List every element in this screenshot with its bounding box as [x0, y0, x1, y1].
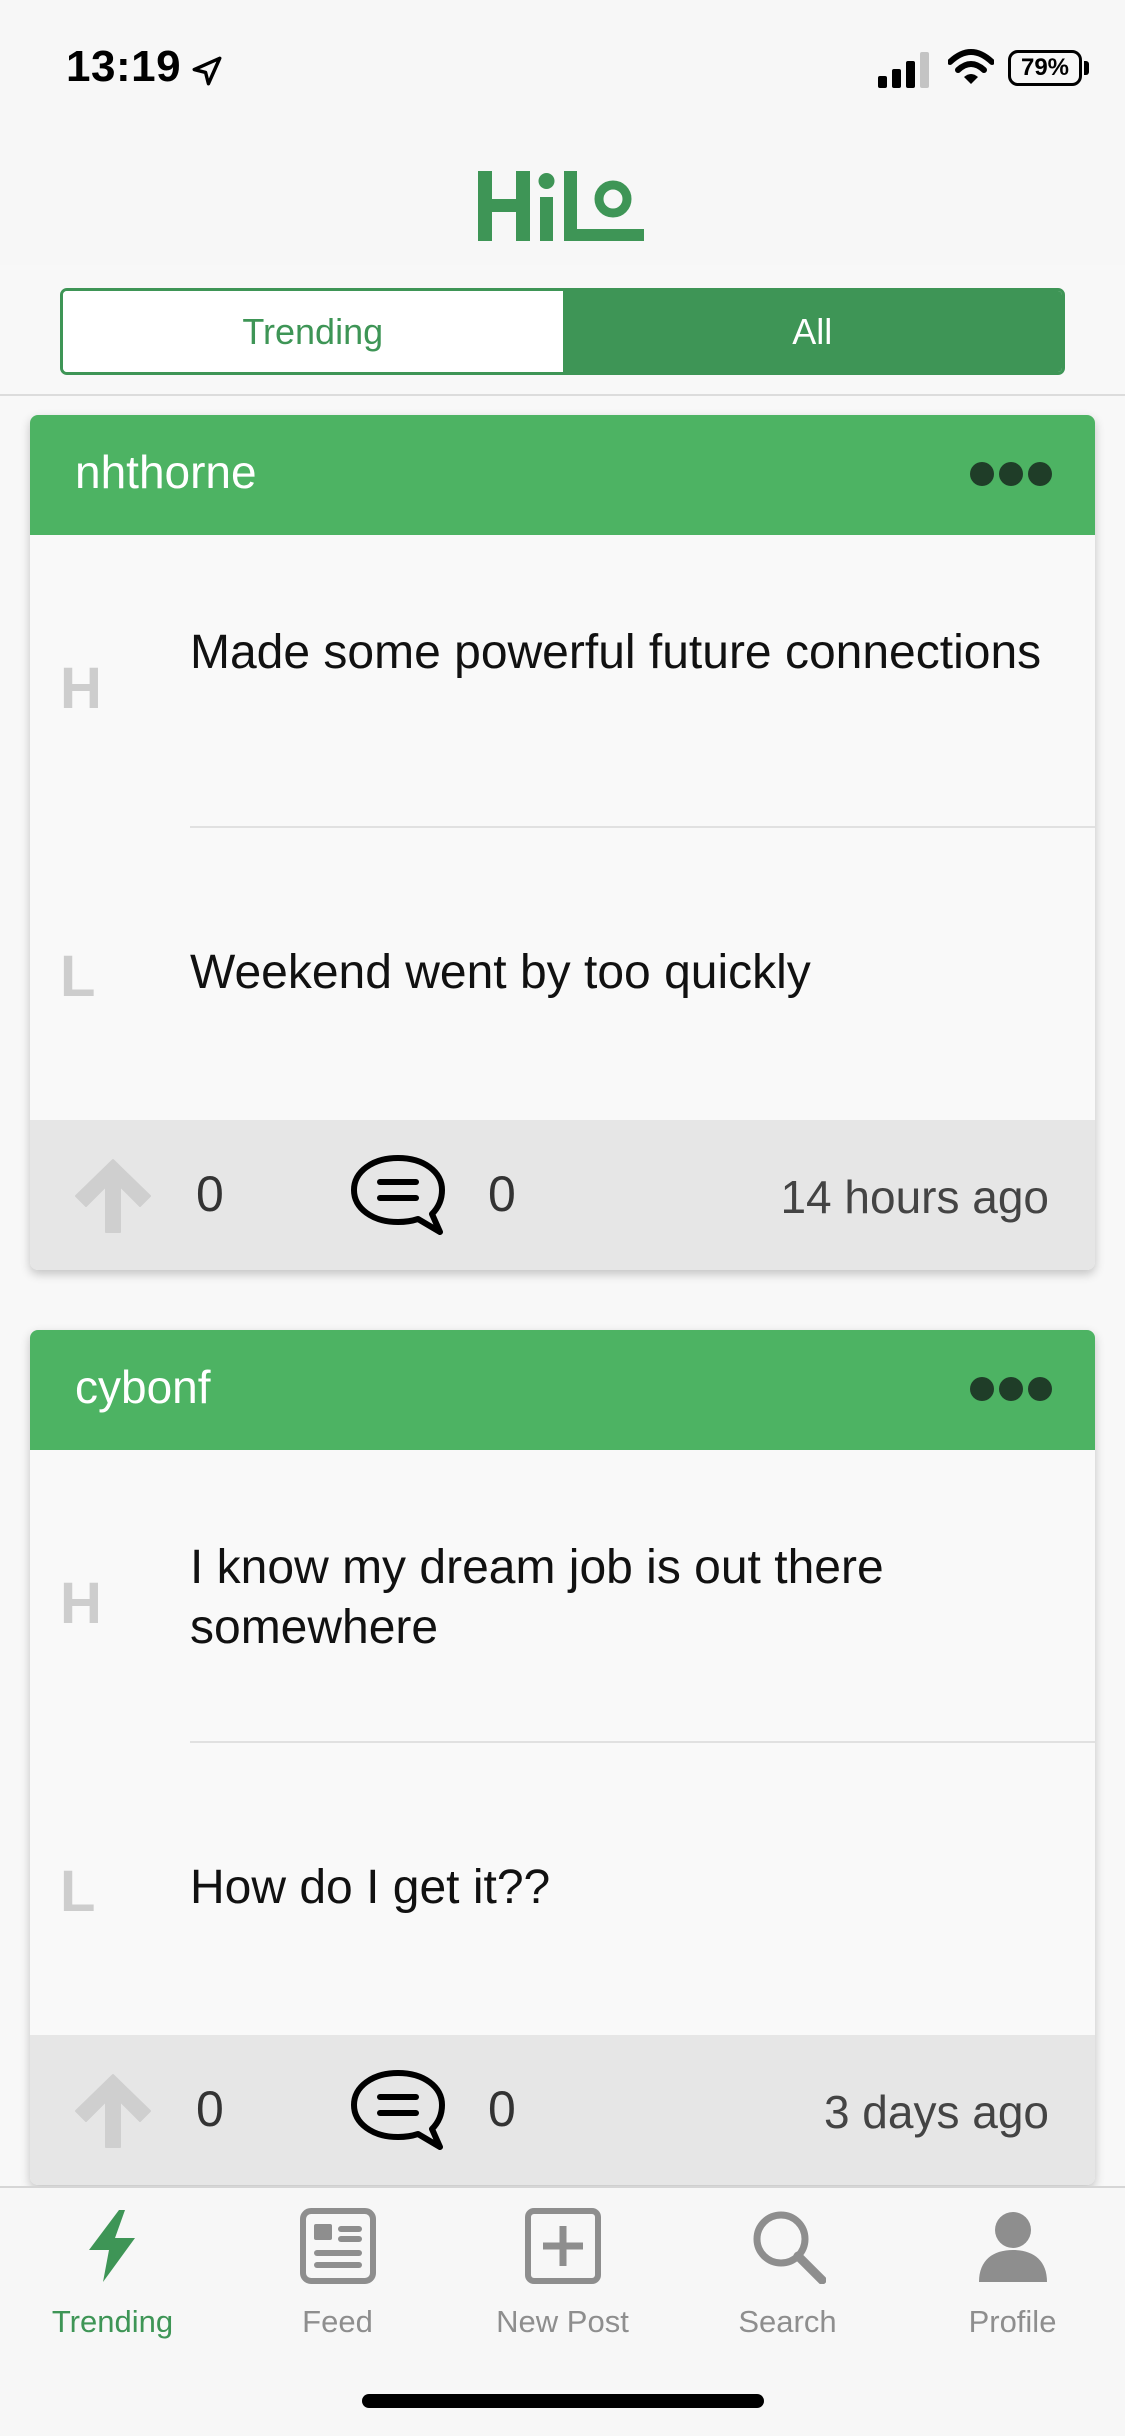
tab-feed[interactable]: Feed	[225, 2208, 450, 2368]
high-text: Made some powerful future connections	[190, 626, 1042, 679]
post-timestamp: 14 hours ago	[780, 1171, 1049, 1223]
wifi-icon	[948, 49, 994, 84]
tab-label: Feed	[302, 2304, 373, 2339]
feed-icon	[299, 2208, 376, 2284]
tab-label: Profile	[968, 2304, 1057, 2339]
upvote-arrow-icon[interactable]	[72, 2071, 154, 2151]
plus-square-icon	[524, 2208, 601, 2284]
post-card[interactable]: cybonf H I know my dream job is out ther…	[30, 1330, 1095, 2185]
battery-percent: 79%	[1020, 54, 1070, 81]
post-header: cybonf	[30, 1330, 1095, 1450]
upvote-count: 0	[196, 2081, 224, 2137]
post-timestamp: 3 days ago	[823, 2086, 1049, 2138]
battery-indicator: 79%	[1008, 50, 1082, 86]
low-text: Weekend went by too quickly	[190, 946, 811, 999]
hilo-logo	[478, 171, 644, 241]
screen: 13:19 79% Trending All nhthorne H Made s…	[0, 0, 1125, 2436]
battery-nub	[1084, 61, 1089, 75]
status-time: 13:19	[66, 42, 182, 91]
tab-label: Search	[738, 2304, 837, 2339]
low-letter: L	[60, 944, 96, 1009]
status-bar: 13:19 79%	[0, 0, 1125, 135]
low-text: How do I get it??	[190, 1861, 551, 1914]
location-arrow-icon	[192, 56, 222, 86]
post-card[interactable]: nhthorne H Made some powerful future con…	[30, 415, 1095, 1270]
tab-label: New Post	[496, 2304, 629, 2339]
high-letter: H	[60, 656, 102, 721]
comment-count: 0	[488, 2081, 516, 2137]
segment-all[interactable]: All	[562, 291, 1062, 372]
post-low-row: L Weekend went by too quickly	[30, 828, 1095, 1121]
cellular-signal-icon	[878, 52, 929, 88]
app-header	[0, 135, 1125, 265]
tab-profile[interactable]: Profile	[900, 2208, 1125, 2368]
post-username[interactable]: nhthorne	[75, 445, 257, 499]
search-icon	[753, 2211, 826, 2284]
tab-label: Trending	[51, 2304, 174, 2339]
post-footer: 0 0 14 hours ago	[30, 1120, 1095, 1270]
more-options-icon[interactable]	[969, 1376, 1053, 1402]
post-footer: 0 0 3 days ago	[30, 2035, 1095, 2185]
header-divider	[0, 394, 1125, 396]
comment-bubble-icon[interactable]	[348, 2067, 448, 2153]
post-high-row: H I know my dream job is out there somew…	[30, 1450, 1095, 1743]
lightning-icon	[88, 2210, 135, 2282]
feed-filter-segmented-control: Trending All	[60, 288, 1065, 375]
home-indicator[interactable]	[362, 2394, 764, 2408]
post-high-row: H Made some powerful future connections	[30, 535, 1095, 828]
comment-bubble-icon[interactable]	[348, 1152, 448, 1238]
profile-icon	[978, 2212, 1047, 2282]
tab-new-post[interactable]: New Post	[450, 2208, 675, 2368]
comment-count: 0	[488, 1166, 516, 1222]
post-header: nhthorne	[30, 415, 1095, 535]
post-low-row: L How do I get it??	[30, 1743, 1095, 2036]
segment-trending[interactable]: Trending	[63, 291, 563, 372]
low-letter: L	[60, 1859, 96, 1924]
post-username[interactable]: cybonf	[75, 1360, 211, 1414]
tab-search[interactable]: Search	[675, 2208, 900, 2368]
upvote-arrow-icon[interactable]	[72, 1156, 154, 1236]
tab-trending[interactable]: Trending	[0, 2208, 225, 2368]
high-text: I know my dream job is out there somewhe…	[190, 1541, 884, 1654]
upvote-count: 0	[196, 1166, 224, 1222]
more-options-icon[interactable]	[969, 461, 1053, 487]
high-letter: H	[60, 1571, 102, 1636]
